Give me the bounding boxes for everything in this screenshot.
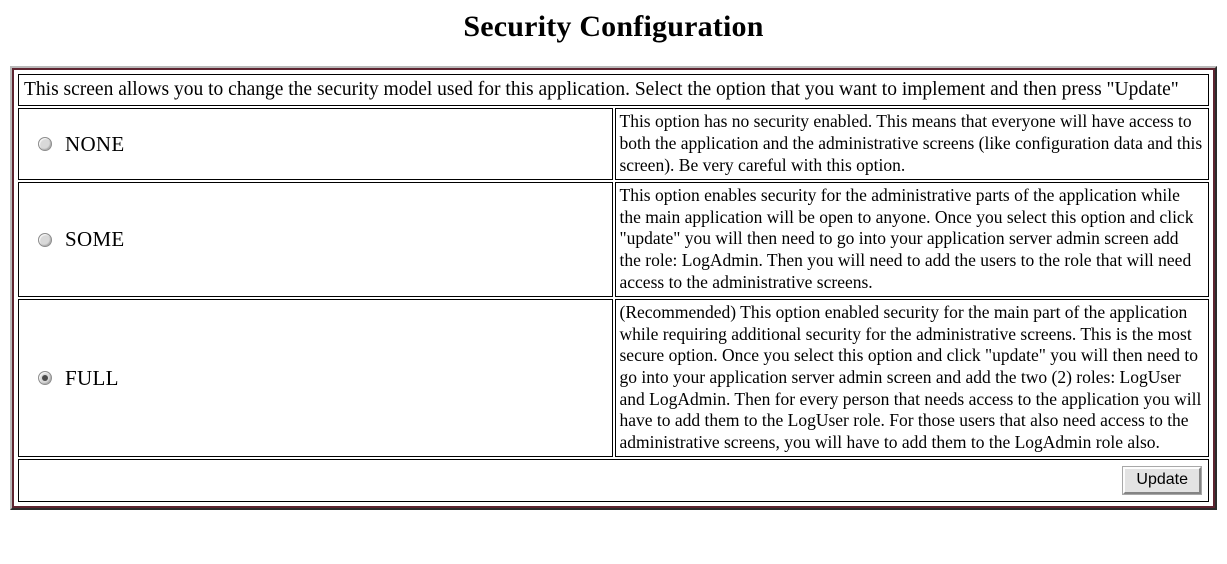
footer-bar: Update (18, 459, 1209, 503)
security-configuration-panel: This screen allows you to change the sec… (10, 65, 1217, 511)
security-configuration-panel-inner: This screen allows you to change the sec… (12, 67, 1215, 509)
radio-some-icon[interactable] (38, 232, 52, 247)
table-row: NONE This option has no security enabled… (18, 108, 1209, 181)
radio-full-icon[interactable] (38, 371, 52, 386)
radio-none-icon[interactable] (38, 137, 52, 152)
table-row: FULL (Recommended) This option enabled s… (18, 299, 1209, 458)
option-description-some: This option enables security for the adm… (614, 182, 1209, 298)
option-label-full: FULL (65, 365, 119, 390)
table-row: SOME This option enables security for th… (18, 182, 1209, 298)
page-title: Security Configuration (463, 10, 764, 43)
option-label-some: SOME (65, 227, 125, 252)
option-label-none: NONE (65, 131, 125, 156)
option-cell-full[interactable]: FULL (18, 299, 613, 458)
security-options-table: This screen allows you to change the sec… (16, 72, 1211, 505)
footer-row: Update (18, 459, 1209, 503)
option-description-none: This option has no security enabled. Thi… (614, 108, 1209, 181)
option-cell-none[interactable]: NONE (18, 108, 613, 181)
option-cell-some[interactable]: SOME (18, 182, 613, 298)
update-button[interactable]: Update (1122, 465, 1202, 495)
option-description-full: (Recommended) This option enabled securi… (614, 299, 1209, 458)
intro-row: This screen allows you to change the sec… (18, 73, 1209, 107)
intro-text: This screen allows you to change the sec… (18, 73, 1209, 107)
